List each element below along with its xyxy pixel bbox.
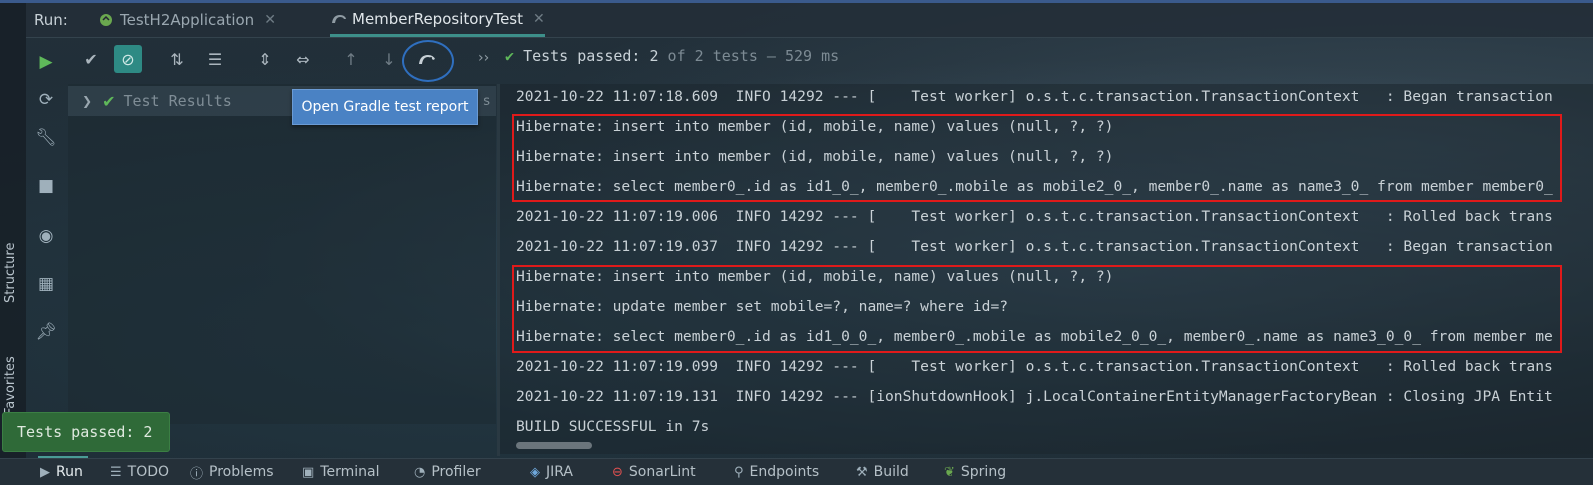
bottom-tab-profiler[interactable]: ◔ Profiler xyxy=(414,460,481,484)
left-tool-stripe: Structure Favorites xyxy=(0,3,26,458)
test-tree: ❯ ✔ Test Results s xyxy=(68,84,496,424)
profiler-icon: ◔ xyxy=(414,464,426,480)
active-tab-indicator xyxy=(38,456,88,458)
info-icon: ⓘ xyxy=(190,466,204,482)
spring-leaf-icon: ❦ xyxy=(944,464,955,480)
bottom-tab-spring[interactable]: ❦ Spring xyxy=(944,460,1006,484)
sonarlint-icon: ⊖ xyxy=(612,464,623,480)
tree-label: Test Results xyxy=(123,92,232,110)
run-header: Run: TestH2Application ✕ MemberRepositor… xyxy=(26,3,1593,38)
spring-boot-icon xyxy=(98,12,114,28)
overflow-icon[interactable]: ›› xyxy=(478,50,489,66)
jira-icon: ◈ xyxy=(530,464,540,480)
side-tab-favorites[interactable]: Favorites xyxy=(3,356,18,415)
console-line: 2021-10-22 11:07:18.609 INFO 14292 --- [… xyxy=(516,88,1553,105)
stop-rerun-icon[interactable]: ⊘ xyxy=(114,45,142,73)
eye-icon[interactable]: ◉ xyxy=(34,224,58,248)
tests-status: ✔ Tests passed: 2 of 2 tests – 529 ms xyxy=(505,47,839,65)
collapse-all-icon[interactable]: ⇔ xyxy=(292,48,314,70)
next-test-icon[interactable]: ↓ xyxy=(378,48,400,70)
check-icon: ✔ xyxy=(102,91,116,111)
status-prefix: Tests passed: xyxy=(523,47,650,65)
layout-icon[interactable]: ▦ xyxy=(34,272,58,296)
bottom-tab-run[interactable]: ▶ Run xyxy=(40,460,83,484)
wrench-icon[interactable]: 🔧︎ xyxy=(34,126,58,150)
sort-duration-icon[interactable]: ☰ xyxy=(204,48,226,70)
console-line: BUILD SUCCESSFUL in 7s xyxy=(516,418,710,435)
tab-label: TestH2Application xyxy=(120,11,255,29)
chevron-down-icon[interactable]: ❯ xyxy=(82,94,92,108)
tab-memberrepositorytest[interactable]: MemberRepositoryTest ✕ xyxy=(330,3,545,37)
close-icon[interactable]: ✕ xyxy=(533,11,545,27)
expand-all-icon[interactable]: ⇕ xyxy=(254,48,276,70)
console-line: 2021-10-22 11:07:19.006 INFO 14292 --- [… xyxy=(516,208,1553,225)
bottom-tab-endpoints[interactable]: ⚲ Endpoints xyxy=(734,460,819,484)
run-icon: ▶ xyxy=(40,464,50,480)
sort-alpha-icon[interactable]: ⇅ xyxy=(166,48,188,70)
check-icon[interactable]: ✔ xyxy=(80,48,102,70)
hammer-icon: ⚒ xyxy=(856,464,868,480)
endpoints-icon: ⚲ xyxy=(734,464,744,480)
bottom-tab-terminal[interactable]: ▣ Terminal xyxy=(302,460,379,484)
bottom-tab-todo[interactable]: ☰ TODO xyxy=(110,460,169,484)
gradle-icon xyxy=(330,11,346,27)
tree-time: s xyxy=(483,93,490,109)
bottom-tab-build[interactable]: ⚒ Build xyxy=(856,460,909,484)
tab-testh2application[interactable]: TestH2Application ✕ xyxy=(98,3,276,37)
run-tool-strip: ▶ ⟳ 🔧︎ ■ ◉ ▦ 📌︎ xyxy=(30,40,62,440)
console-line: 2021-10-22 11:07:19.131 INFO 14292 --- [… xyxy=(516,388,1553,405)
stop-icon[interactable]: ■ xyxy=(34,174,58,198)
gradle-report-highlight xyxy=(402,40,454,82)
status-suffix: of 2 tests – 529 ms xyxy=(658,47,840,65)
tab-label: MemberRepositoryTest xyxy=(352,9,523,28)
bottom-tab-jira[interactable]: ◈ JIRA xyxy=(530,460,573,484)
bottom-tab-sonarlint[interactable]: ⊖ SonarLint xyxy=(612,460,696,484)
console-line: 2021-10-22 11:07:19.037 INFO 14292 --- [… xyxy=(516,238,1553,255)
tooltip: Open Gradle test report xyxy=(292,89,478,125)
terminal-icon: ▣ xyxy=(302,464,315,480)
check-icon: ✔ xyxy=(505,47,515,65)
bottom-tab-problems[interactable]: ⓘ Problems xyxy=(190,460,274,484)
highlight-box-first xyxy=(512,114,1562,202)
bottom-tool-bar: ▶ Run ☰ TODO ⓘ Problems ▣ Terminal ◔ Profiler… xyxy=(0,458,1593,485)
close-icon[interactable]: ✕ xyxy=(264,12,276,28)
status-count: 2 xyxy=(649,47,659,65)
tests-passed-toast[interactable]: Tests passed: 2 xyxy=(2,412,170,452)
pin-icon[interactable]: 📌︎ xyxy=(34,320,58,344)
side-tab-structure[interactable]: Structure xyxy=(3,243,18,303)
list-icon: ☰ xyxy=(110,464,122,480)
horizontal-scrollbar[interactable] xyxy=(516,442,592,449)
console-line: 2021-10-22 11:07:19.099 INFO 14292 --- [… xyxy=(516,358,1553,375)
prev-test-icon[interactable]: ↑ xyxy=(340,48,362,70)
rerun-icon[interactable]: ⟳ xyxy=(34,88,58,112)
highlight-box-second xyxy=(512,265,1562,353)
run-label: Run: xyxy=(34,11,68,29)
